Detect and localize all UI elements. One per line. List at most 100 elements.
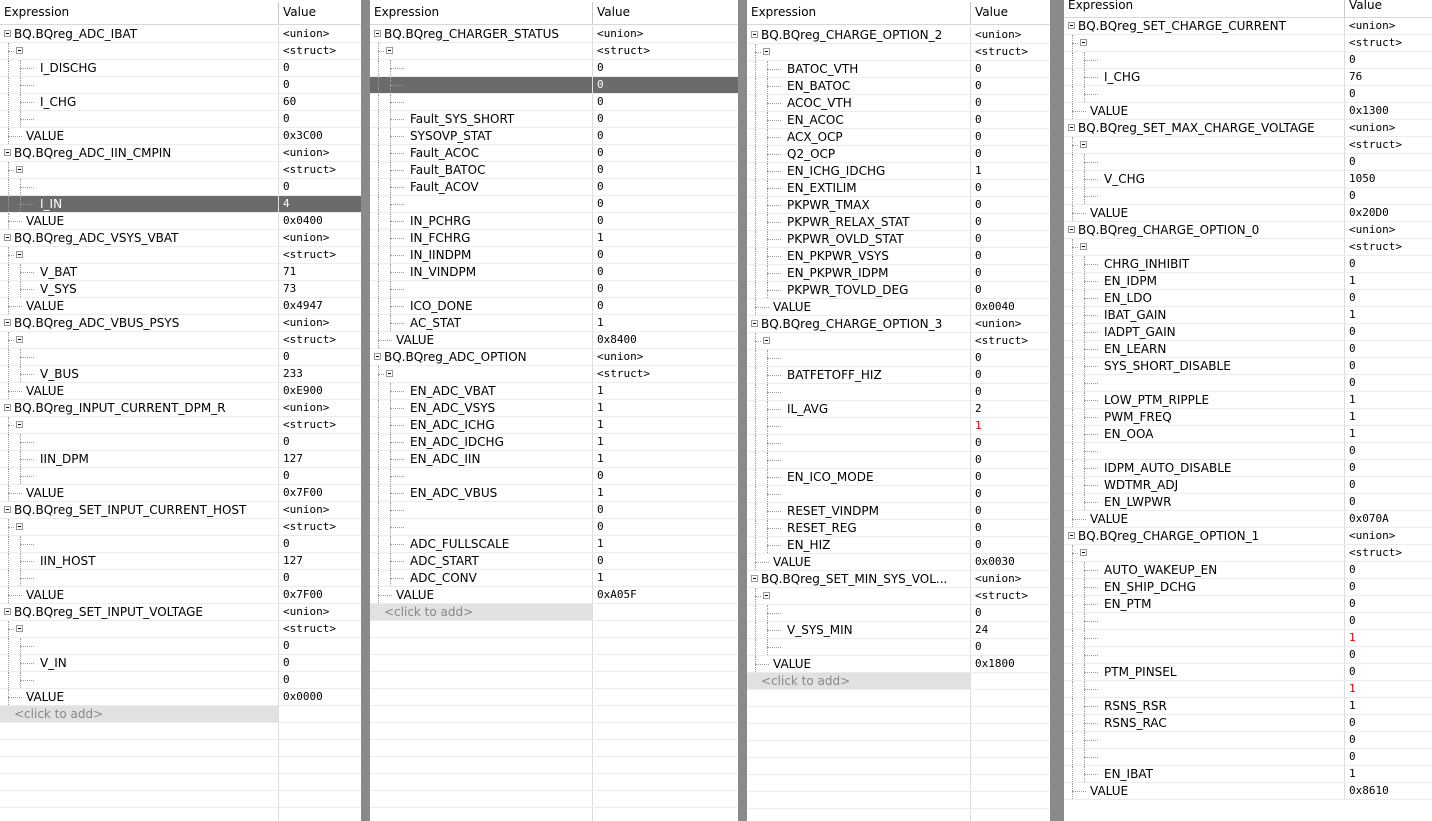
expression-value[interactable]: 0 [975, 181, 982, 194]
field-row[interactable]: WDTMR_ADJ 0 [1064, 477, 1432, 494]
collapse-toggle-icon[interactable] [1080, 39, 1087, 46]
expression-value[interactable]: 1 [1349, 682, 1356, 695]
field-row[interactable]: ICO_DONE 0 [370, 298, 738, 315]
collapse-toggle-icon[interactable] [1080, 549, 1087, 556]
expression-value[interactable]: 0 [975, 487, 982, 500]
field-row[interactable]: 0 [1064, 443, 1432, 460]
add-expression-row[interactable]: <click to add> [747, 673, 1050, 690]
register-row[interactable]: BQ.BQreg_SET_CHARGE_CURRENT <union> [1064, 18, 1432, 35]
expression-value[interactable]: 1 [975, 419, 982, 432]
field-row[interactable]: EN_PKPWR_IDPM 0 [747, 265, 1050, 282]
register-row[interactable]: BQ.BQreg_CHARGER_STATUS <union> [370, 26, 738, 43]
expression-value[interactable]: 0 [1349, 359, 1356, 372]
expression-value[interactable]: 0 [975, 385, 982, 398]
expression-value[interactable]: <union> [283, 27, 329, 40]
expression-value[interactable]: 24 [975, 623, 988, 636]
struct-row[interactable]: <struct> [0, 519, 361, 536]
collapse-toggle-icon[interactable] [751, 575, 758, 582]
expression-value[interactable]: 1 [1349, 699, 1356, 712]
expression-value[interactable]: 0 [1349, 291, 1356, 304]
expression-value[interactable]: 60 [283, 95, 296, 108]
expression-value[interactable]: 1 [1349, 767, 1356, 780]
expression-value[interactable]: 0 [283, 435, 290, 448]
expression-value[interactable]: 0 [597, 180, 604, 193]
expression-value[interactable]: 0x070A [1349, 512, 1389, 525]
field-row[interactable]: 0 [370, 196, 738, 213]
field-row[interactable]: PKPWR_OVLD_STAT 0 [747, 231, 1050, 248]
struct-row[interactable]: <struct> [370, 366, 738, 383]
register-row[interactable]: BQ.BQreg_ADC_VSYS_VBAT <union> [0, 230, 361, 247]
expression-value[interactable]: 0 [975, 538, 982, 551]
field-row[interactable]: 1 [1064, 681, 1432, 698]
expression-value[interactable]: 1 [597, 418, 604, 431]
field-row[interactable]: I_CHG 76 [1064, 69, 1432, 86]
expression-value[interactable]: 1 [597, 435, 604, 448]
column-resize-handle[interactable] [970, 2, 971, 24]
expression-value[interactable]: 0 [975, 368, 982, 381]
value-row[interactable]: VALUE 0xA05F [370, 587, 738, 604]
field-row[interactable]: EN_ICHG_IDCHG 1 [747, 163, 1050, 180]
value-row[interactable]: VALUE 0xE900 [0, 383, 361, 400]
expression-value[interactable]: <struct> [975, 589, 1028, 602]
field-row[interactable]: 0 [747, 605, 1050, 622]
expression-value[interactable]: 0 [975, 232, 982, 245]
field-row[interactable]: ADC_FULLSCALE 1 [370, 536, 738, 553]
field-row[interactable]: I_CHG 60 [0, 94, 361, 111]
field-row[interactable]: 0 [370, 77, 738, 94]
expression-value[interactable]: 1 [597, 401, 604, 414]
expression-value[interactable]: 1 [597, 486, 604, 499]
expression-value[interactable]: 0 [597, 78, 604, 91]
expression-value[interactable]: 0 [975, 147, 982, 160]
expression-value[interactable]: 0xE900 [283, 384, 323, 397]
expression-value[interactable]: <union> [283, 231, 329, 244]
expression-value[interactable]: 0 [1349, 478, 1356, 491]
value-column-header[interactable]: Value [1349, 0, 1382, 12]
collapse-toggle-icon[interactable] [16, 421, 23, 428]
value-row[interactable]: VALUE 0x20D0 [1064, 205, 1432, 222]
expression-value[interactable]: 0x1800 [975, 657, 1015, 670]
collapse-toggle-icon[interactable] [16, 625, 23, 632]
field-row[interactable]: Fault_ACOV 0 [370, 179, 738, 196]
struct-row[interactable]: <struct> [370, 43, 738, 60]
field-row[interactable]: 0 [0, 638, 361, 655]
expression-value[interactable]: 0 [597, 265, 604, 278]
expression-value[interactable]: 0 [975, 521, 982, 534]
struct-row[interactable]: <struct> [747, 333, 1050, 350]
expression-value[interactable]: 1 [597, 316, 604, 329]
expression-value[interactable]: 1 [597, 384, 604, 397]
collapse-toggle-icon[interactable] [16, 523, 23, 530]
field-row[interactable]: EN_ADC_VSYS 1 [370, 400, 738, 417]
collapse-toggle-icon[interactable] [751, 31, 758, 38]
register-row[interactable]: BQ.BQreg_SET_MAX_CHARGE_VOLTAGE <union> [1064, 120, 1432, 137]
expression-value[interactable]: 1050 [1349, 172, 1376, 185]
register-row[interactable]: BQ.BQreg_ADC_IIN_CMPIN <union> [0, 145, 361, 162]
field-row[interactable]: IN_IINDPM 0 [370, 247, 738, 264]
add-expression-row[interactable]: <click to add> [0, 706, 361, 723]
field-row[interactable]: 0 [370, 281, 738, 298]
collapse-toggle-icon[interactable] [1080, 243, 1087, 250]
field-row[interactable]: 0 [370, 468, 738, 485]
field-row[interactable]: 0 [747, 452, 1050, 469]
column-resize-handle[interactable] [278, 2, 279, 24]
field-row[interactable]: EN_ADC_ICHG 1 [370, 417, 738, 434]
field-row[interactable]: V_SYS_MIN 24 [747, 622, 1050, 639]
expression-value[interactable]: 1 [597, 231, 604, 244]
expression-column-header[interactable]: Expression [751, 5, 816, 19]
expression-value[interactable]: 0 [1349, 257, 1356, 270]
expression-column-header[interactable]: Expression [1068, 0, 1133, 12]
field-row[interactable]: 0 [747, 639, 1050, 656]
collapse-toggle-icon[interactable] [386, 370, 393, 377]
collapse-toggle-icon[interactable] [751, 320, 758, 327]
field-row[interactable]: BATFETOFF_HIZ 0 [747, 367, 1050, 384]
field-row[interactable]: ACOC_VTH 0 [747, 95, 1050, 112]
value-row[interactable]: VALUE 0x3C00 [0, 128, 361, 145]
expression-value[interactable]: 0 [597, 520, 604, 533]
expression-value[interactable]: 0 [283, 61, 290, 74]
field-row[interactable]: EN_IDPM 1 [1064, 273, 1432, 290]
expression-value[interactable]: 73 [283, 282, 296, 295]
field-row[interactable]: IADPT_GAIN 0 [1064, 324, 1432, 341]
expression-value[interactable]: 127 [283, 452, 303, 465]
expression-value[interactable]: <struct> [1349, 36, 1402, 49]
expression-value[interactable]: <struct> [975, 45, 1028, 58]
value-column-header[interactable]: Value [597, 5, 630, 19]
